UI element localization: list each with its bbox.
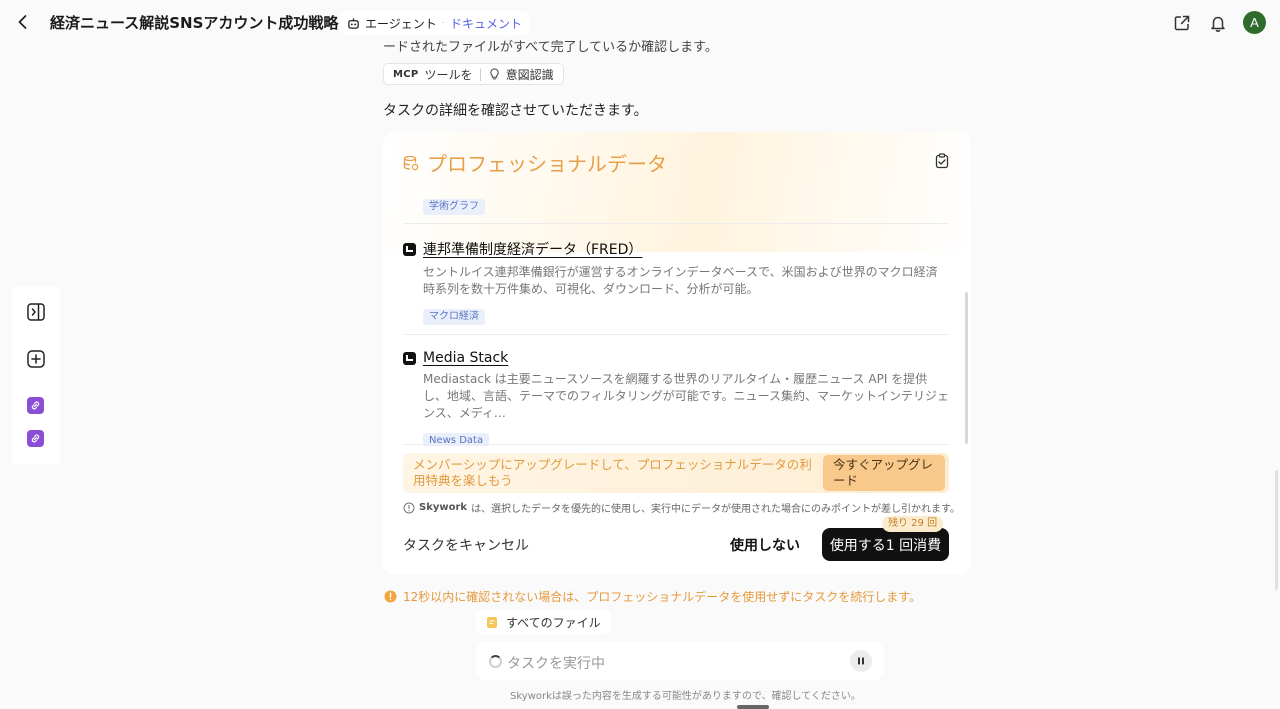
divider <box>404 334 949 335</box>
use-data-button[interactable]: 使用する1 回消費 <box>822 528 949 561</box>
chevron-left-icon <box>18 15 27 29</box>
divider <box>404 444 949 445</box>
agent-label[interactable]: エージェント <box>365 15 437 32</box>
chart-icon <box>403 351 416 365</box>
info-icon <box>403 502 415 513</box>
intent-label: 意図認識 <box>505 67 554 82</box>
share-button[interactable] <box>1171 12 1193 34</box>
plus-square-icon <box>27 350 45 368</box>
link-button-2[interactable] <box>27 430 44 447</box>
notice-brand: Skywork <box>419 502 468 513</box>
avatar[interactable]: A <box>1243 11 1266 34</box>
dataset-header: Media Stack <box>403 350 949 366</box>
document-link[interactable]: ドキュメント <box>450 15 522 32</box>
chip-divider: | <box>478 67 483 81</box>
dataset-tag-wrap: マクロ経済 <box>423 304 949 325</box>
all-files-label: すべてのファイル <box>506 615 601 630</box>
pause-button[interactable] <box>850 650 872 672</box>
bell-icon <box>1211 16 1225 32</box>
clipboard-icon[interactable] <box>934 153 950 169</box>
card-scrollbar[interactable] <box>965 292 968 444</box>
dataset-item-fred[interactable]: 連邦準備制度経済データ（FRED） セントルイス連邦準備銀行が運営するオンライン… <box>403 239 949 325</box>
mcp-label: MCP <box>393 68 419 80</box>
breadcrumb-separator: · <box>441 17 445 29</box>
lightbulb-icon <box>489 68 499 80</box>
left-toolbar <box>12 287 60 464</box>
new-chat-button[interactable] <box>25 348 47 370</box>
sidebar-toggle-icon <box>27 303 45 321</box>
points-notice: Skywork は、選択したデータを優先的に使用し、実行中にデータが使用された場合… <box>403 500 960 515</box>
upgrade-button[interactable]: 今すぐアップグレード <box>823 455 945 491</box>
professional-data-card: プロフェッショナルデータ 学術グラフ 連邦準備制度経済データ（FRED） セント… <box>383 132 971 575</box>
card-title: プロフェッショナルデータ <box>403 148 667 177</box>
notification-button[interactable] <box>1207 12 1229 34</box>
page-title: 経済ニュース解説SNSアカウント成功戦略 <box>50 14 339 32</box>
link-icon <box>31 434 40 443</box>
divider <box>404 223 949 224</box>
do-not-use-button[interactable]: 使用しない <box>730 535 800 555</box>
link-icon <box>31 401 40 410</box>
dataset-header: 連邦準備制度経済データ（FRED） <box>403 239 949 259</box>
dataset-tag: マクロ経済 <box>423 309 485 325</box>
agent-breadcrumb: エージェント · ドキュメント <box>340 11 529 35</box>
remaining-uses-badge: 残り 29 回 <box>882 516 944 532</box>
bottom-handle[interactable] <box>737 705 769 709</box>
share-icon <box>1174 15 1190 30</box>
dataset-description: セントルイス連邦準備銀行が運営するオンラインデータベースで、米国および世界のマク… <box>423 265 938 296</box>
tool-label: ツールを <box>424 67 473 82</box>
disclaimer: Skyworkは誤った内容を生成する可能性がありますので、確認してください。 <box>510 691 861 702</box>
timeout-warning: 12秒以内に確認されない場合は、プロフェッショナルデータを使用せずにタスクを続行… <box>384 588 921 605</box>
header-actions: A <box>1171 11 1266 34</box>
file-icon <box>487 616 497 628</box>
page-scrollbar[interactable] <box>1275 470 1278 590</box>
tool-chip[interactable]: MCP ツールを | 意図認識 <box>383 63 564 85</box>
upgrade-text: メンバーシップにアップグレードして、プロフェッショナルデータの利用特典を楽しもう <box>413 457 812 488</box>
pause-icon <box>858 657 864 665</box>
chart-icon <box>403 242 416 256</box>
confirm-message: タスクの詳細を確認させていただきます。 <box>383 103 648 119</box>
all-files-button[interactable]: すべてのファイル <box>476 610 611 634</box>
back-button[interactable] <box>12 11 34 33</box>
dataset-item-mediastack[interactable]: Media Stack Mediastack は主要ニュースソースを網羅する世界… <box>403 350 949 446</box>
dataset-description: Mediastack は主要ニュースソースを網羅する世界のリアルタイム・履歴ニュ… <box>423 372 949 420</box>
dataset-name[interactable]: Media Stack <box>423 350 508 366</box>
sidebar-toggle-button[interactable] <box>25 301 47 323</box>
link-button-1[interactable] <box>27 397 44 414</box>
upgrade-banner: メンバーシップにアップグレードして、プロフェッショナルデータの利用特典を楽しもう… <box>403 453 949 493</box>
task-status-text: タスクを実行中 <box>507 656 605 672</box>
notice-text: は、選択したデータを優先的に使用し、実行中にデータが使用された場合にのみポイント… <box>471 504 961 515</box>
cancel-task-button[interactable]: タスクをキャンセル <box>403 535 529 555</box>
loading-spinner <box>489 655 502 668</box>
first-tag-wrap: 学術グラフ <box>423 194 485 215</box>
warning-circle-icon <box>384 590 397 603</box>
dataset-name[interactable]: 連邦準備制度経済データ（FRED） <box>423 239 642 259</box>
dataset-tag: 学術グラフ <box>423 199 485 215</box>
dataset-list[interactable]: 学術グラフ 連邦準備制度経済データ（FRED） セントルイス連邦準備銀行が運営す… <box>403 188 949 446</box>
robot-icon <box>348 17 359 29</box>
card-title-text: プロフェッショナルデータ <box>427 152 667 176</box>
database-icon <box>403 155 419 170</box>
timeout-text: 12秒以内に確認されない場合は、プロフェッショナルデータを使用せずにタスクを続行… <box>403 590 922 604</box>
task-status-input[interactable]: タスクを実行中 <box>476 642 884 680</box>
